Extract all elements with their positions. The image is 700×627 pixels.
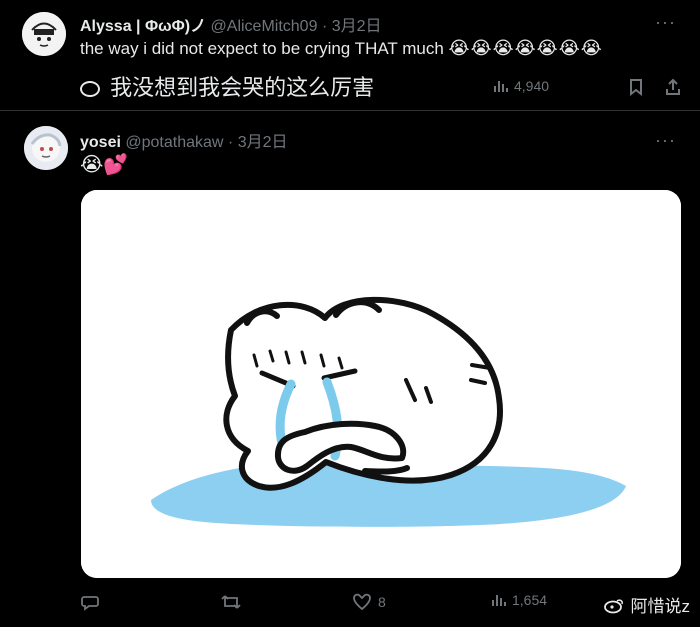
avatar[interactable] xyxy=(24,126,68,170)
tweet-1: Alyssa | ΦωΦ)ノ @AliceMitch09 · 3月2日 ··· … xyxy=(0,0,700,111)
handle[interactable]: @AliceMitch09 xyxy=(211,18,318,35)
tweet-date[interactable]: 3月2日 xyxy=(332,18,382,35)
weibo-icon xyxy=(603,596,625,614)
views-count: 4,940 xyxy=(514,78,550,94)
likes-count: 8 xyxy=(378,594,386,610)
tweet-header: Alyssa | ΦωΦ)ノ @AliceMitch09 · 3月2日 xyxy=(80,12,382,36)
bookmark-icon[interactable] xyxy=(628,78,644,96)
display-name[interactable]: Alyssa | ΦωΦ)ノ xyxy=(80,18,206,35)
views-icon xyxy=(492,78,508,94)
retweet-button[interactable] xyxy=(220,592,242,612)
reply-button[interactable] xyxy=(80,592,100,612)
tweet-image[interactable] xyxy=(81,190,681,578)
separator: · xyxy=(227,134,234,151)
retweet-icon xyxy=(220,592,242,612)
heart-icon xyxy=(352,592,372,612)
views-count: 1,654 xyxy=(512,592,548,608)
tweet-text: the way i did not expect to be crying TH… xyxy=(80,38,603,59)
tweet-emoji-text: 😭💕 xyxy=(80,154,129,176)
translation-text: 我没想到我会哭的这么厉害 xyxy=(110,75,375,100)
handle[interactable]: @potathakaw xyxy=(125,134,223,151)
more-icon[interactable]: ··· xyxy=(655,12,676,33)
share-icon[interactable] xyxy=(664,78,682,96)
reply-icon xyxy=(80,592,100,612)
watermark-text: 阿惜说z xyxy=(630,597,691,616)
tweet-text-content: the way i did not expect to be crying TH… xyxy=(80,39,444,58)
like-button[interactable]: 8 xyxy=(352,592,386,612)
separator: · xyxy=(321,18,328,35)
tweet-2: yosei @potathakaw · 3月2日 ··· 😭💕 8 1,654 xyxy=(0,112,700,627)
views-icon xyxy=(490,592,506,608)
views-metric[interactable]: 4,940 xyxy=(492,78,549,94)
views-metric[interactable]: 1,654 xyxy=(490,592,547,608)
tweet-date[interactable]: 3月2日 xyxy=(238,134,288,151)
translation-caption: 我没想到我会哭的这么厉害 xyxy=(80,70,374,102)
speech-bubble-icon xyxy=(80,81,100,98)
display-name[interactable]: yosei xyxy=(80,134,121,151)
watermark: 阿惜说z xyxy=(603,592,691,617)
more-icon[interactable]: ··· xyxy=(655,130,676,151)
tweet-header: yosei @potathakaw · 3月2日 xyxy=(80,128,288,152)
crying-emojis: 😭😭😭😭😭😭😭 xyxy=(448,38,603,58)
tweet-actions: 8 1,654 xyxy=(80,592,680,616)
avatar[interactable] xyxy=(22,12,66,56)
